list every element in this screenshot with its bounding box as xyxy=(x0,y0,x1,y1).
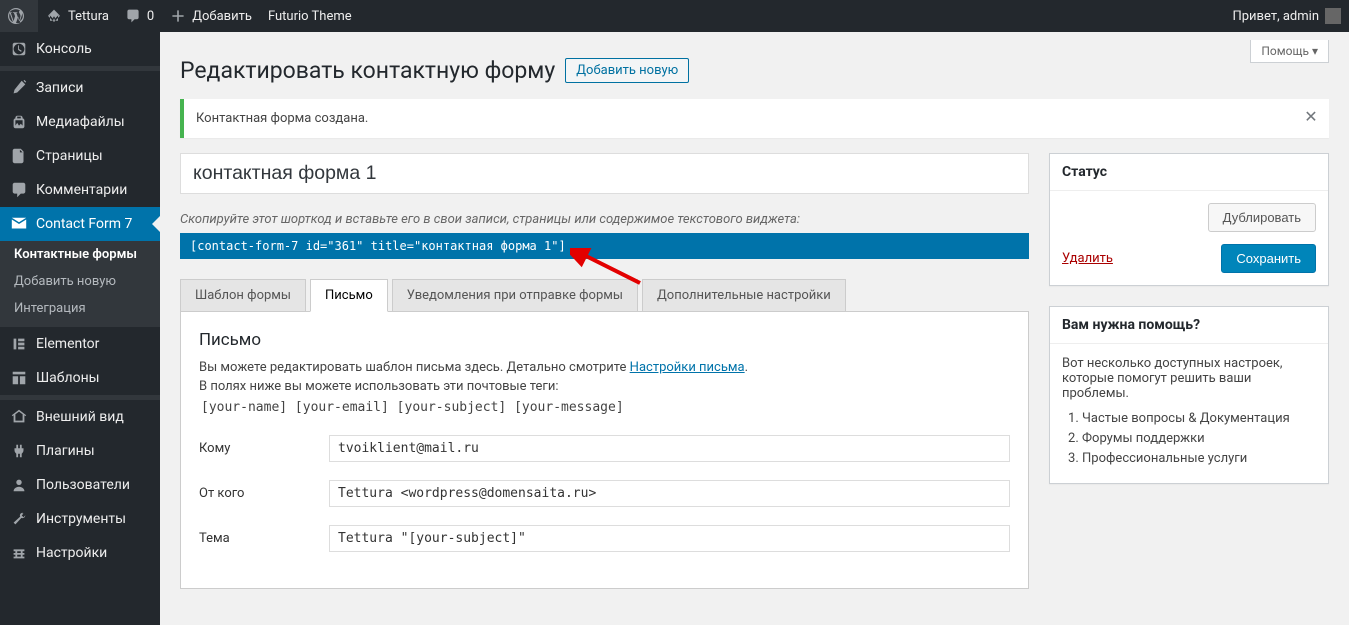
notice-text: Контактная форма создана. xyxy=(196,111,368,126)
mail-help-line2: В полях ниже вы можете использовать эти … xyxy=(199,379,1010,394)
submenu-add-new[interactable]: Добавить новую xyxy=(0,268,160,295)
tab-form[interactable]: Шаблон формы xyxy=(180,279,306,312)
faq-link[interactable]: Частые вопросы xyxy=(1082,411,1185,426)
mail-to-input[interactable] xyxy=(329,435,1010,462)
help-text: Вот несколько доступных настроек, которы… xyxy=(1062,356,1316,401)
menu-pages[interactable]: Страницы xyxy=(0,139,160,173)
theme-link[interactable]: Futurio Theme xyxy=(260,0,360,32)
menu-settings[interactable]: Настройки xyxy=(0,536,160,570)
form-title-input[interactable] xyxy=(180,153,1029,194)
chevron-down-icon: ▾ xyxy=(1312,44,1318,58)
tab-list: Шаблон формы Письмо Уведомления при отпр… xyxy=(180,279,1029,312)
docs-link[interactable]: Документация xyxy=(1200,411,1290,426)
tab-additional[interactable]: Дополнительные настройки xyxy=(642,279,846,312)
menu-appearance[interactable]: Внешний вид xyxy=(0,400,160,434)
mail-from-label: От кого xyxy=(199,486,329,501)
page-title: Редактировать контактную форму xyxy=(180,57,555,84)
add-new-button[interactable]: Добавить новую xyxy=(565,58,689,83)
menu-tools[interactable]: Инструменты xyxy=(0,502,160,536)
support-link[interactable]: Форумы поддержки xyxy=(1082,431,1205,446)
delete-link[interactable]: Удалить xyxy=(1062,251,1113,266)
mail-subject-input[interactable] xyxy=(329,525,1010,552)
admin-bar: Tettura 0 Добавить Futurio Theme Привет,… xyxy=(0,0,1349,32)
tab-panel-mail: Письмо Вы можете редактировать шаблон пи… xyxy=(180,312,1029,589)
save-button[interactable]: Сохранить xyxy=(1221,244,1316,273)
menu-users[interactable]: Пользователи xyxy=(0,468,160,502)
menu-dashboard[interactable]: Консоль xyxy=(0,32,160,66)
admin-menu: Консоль Записи Медиафайлы Страницы Комме… xyxy=(0,32,160,625)
help-heading: Вам нужна помощь? xyxy=(1050,307,1328,344)
pro-services-link[interactable]: Профессиональные услуги xyxy=(1082,451,1247,466)
success-notice: Контактная форма создана. ✕ xyxy=(180,99,1329,138)
site-name-link[interactable]: Tettura xyxy=(38,0,117,32)
menu-contact-form-7[interactable]: Contact Form 7 xyxy=(0,207,160,241)
comments-count: 0 xyxy=(147,9,154,24)
menu-comments[interactable]: Комментарии xyxy=(0,173,160,207)
menu-posts[interactable]: Записи xyxy=(0,71,160,105)
comments-link[interactable]: 0 xyxy=(117,0,162,32)
mail-help-line1: Вы можете редактировать шаблон письма зд… xyxy=(199,360,1010,375)
status-box: Статус Дублировать Удалить Сохранить xyxy=(1049,153,1329,286)
help-box: Вам нужна помощь? Вот несколько доступны… xyxy=(1049,306,1329,484)
status-heading: Статус xyxy=(1050,154,1328,191)
mail-to-label: Кому xyxy=(199,441,329,456)
menu-templates[interactable]: Шаблоны xyxy=(0,361,160,395)
shortcode-description: Скопируйте этот шорткод и вставьте его в… xyxy=(180,212,1029,227)
site-name-text: Tettura xyxy=(68,9,109,24)
duplicate-button[interactable]: Дублировать xyxy=(1208,203,1316,232)
menu-plugins[interactable]: Плагины xyxy=(0,434,160,468)
avatar xyxy=(1325,8,1341,24)
submenu-cf7: Контактные формы Добавить новую Интеграц… xyxy=(0,241,160,322)
shortcode-input[interactable] xyxy=(180,233,1029,259)
submenu-integration[interactable]: Интеграция xyxy=(0,295,160,322)
dismiss-notice-button[interactable]: ✕ xyxy=(1301,107,1321,127)
menu-media[interactable]: Медиафайлы xyxy=(0,105,160,139)
submenu-contact-forms[interactable]: Контактные формы xyxy=(0,241,160,268)
tab-messages[interactable]: Уведомления при отправке формы xyxy=(392,279,638,312)
mail-tags: [your-name] [your-email] [your-subject] … xyxy=(199,398,1010,417)
menu-elementor[interactable]: Elementor xyxy=(0,327,160,361)
help-link-1: Частые вопросы & Документация xyxy=(1082,411,1316,426)
mail-settings-link[interactable]: Настройки письма xyxy=(630,360,745,375)
help-tab[interactable]: Помощь ▾ xyxy=(1250,40,1329,63)
tab-mail[interactable]: Письмо xyxy=(310,279,388,312)
mail-subject-label: Тема xyxy=(199,531,329,546)
my-account[interactable]: Привет, admin xyxy=(1224,0,1349,32)
add-new-link[interactable]: Добавить xyxy=(162,0,260,32)
add-new-text: Добавить xyxy=(192,9,252,24)
mail-heading: Письмо xyxy=(199,330,1010,350)
wp-logo[interactable] xyxy=(0,0,38,32)
mail-from-input[interactable] xyxy=(329,480,1010,507)
